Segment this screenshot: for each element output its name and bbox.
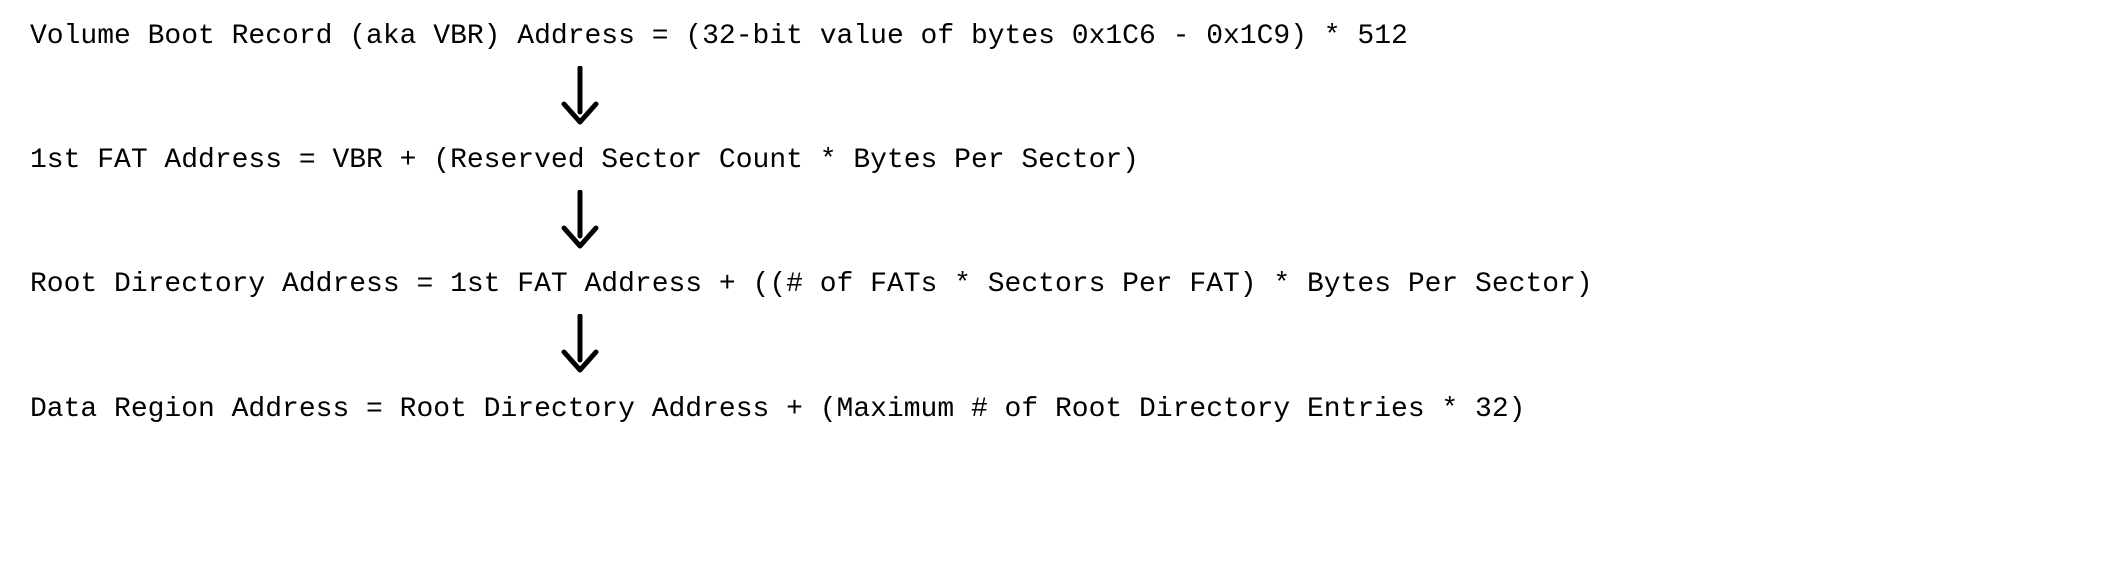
- root-formula: Root Directory Address = 1st FAT Address…: [30, 268, 2086, 302]
- down-arrow-icon: [558, 66, 602, 137]
- fat-formula: 1st FAT Address = VBR + (Reserved Sector…: [30, 144, 2086, 178]
- vbr-formula: Volume Boot Record (aka VBR) Address = (…: [30, 20, 2086, 54]
- arrow-container-3: [30, 314, 1130, 385]
- arrow-container-2: [30, 190, 1130, 261]
- down-arrow-icon: [558, 314, 602, 385]
- arrow-container-1: [30, 66, 1130, 137]
- data-region-formula: Data Region Address = Root Directory Add…: [30, 393, 2086, 427]
- down-arrow-icon: [558, 190, 602, 261]
